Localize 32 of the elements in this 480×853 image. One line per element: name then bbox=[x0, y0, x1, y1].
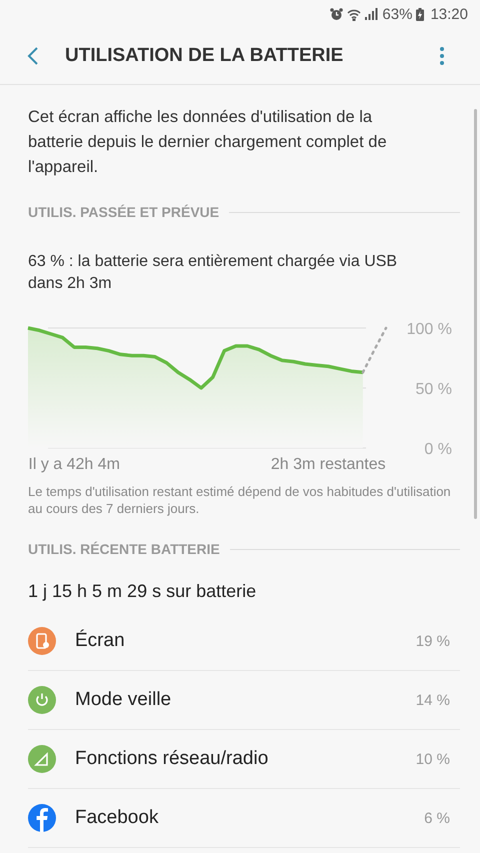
more-options-icon bbox=[440, 47, 444, 65]
alarm-icon bbox=[330, 8, 344, 20]
usage-percent: 10 % bbox=[416, 750, 450, 768]
usage-list-item[interactable]: Mode veille 14 % bbox=[28, 671, 460, 730]
charge-status-text: 63 % : la batterie sera entièrement chargée via USB dans 2h 3m bbox=[28, 252, 398, 294]
y-axis-label: 50 % bbox=[416, 381, 452, 398]
usage-percent: 14 % bbox=[416, 692, 450, 708]
battery-percent: 63% bbox=[382, 6, 412, 22]
usage-item-label: Facebook bbox=[75, 807, 160, 829]
section-heading: UTILIS. PASSÉE ET PRÉVUE bbox=[28, 204, 220, 220]
signal-icon bbox=[365, 8, 378, 20]
forecast-line bbox=[362, 326, 388, 374]
x-axis-label: Il y a 42h 4m bbox=[28, 456, 120, 473]
usage-item-label: Fonctions réseau/radio bbox=[75, 748, 270, 770]
intro-text: Cet écran affiche les données d'utilisation de la batterie depuis le dernier chargement complet de l'appareil. bbox=[28, 107, 388, 178]
estimate-note: Le temps d'utilisation restant estimé dépend de vos habitudes d'utilisation au cours des 7 derniers jours. bbox=[28, 483, 452, 517]
usage-percent: 6 % bbox=[424, 810, 450, 826]
battery-duration: 1 j 15 h 5 m 29 s sur batterie bbox=[28, 581, 258, 602]
usage-list-item[interactable]: Fonctions réseau/radio 10 % bbox=[28, 730, 460, 789]
x-axis-label: 2h 3m restantes bbox=[270, 456, 386, 473]
section-heading: UTILIS. RÉCENTE BATTERIE bbox=[28, 541, 220, 557]
clock-time: 13:20 bbox=[430, 6, 468, 22]
page-title: UTILISATION DE LA BATTERIE bbox=[65, 45, 344, 67]
y-axis-label: 100 % bbox=[406, 321, 452, 338]
usage-list-item[interactable]: Écran 19 % bbox=[28, 612, 460, 671]
usage-item-label: Mode veille bbox=[75, 689, 172, 711]
usage-percent: 19 % bbox=[416, 632, 450, 650]
usage-list-item[interactable]: Facebook 6 % bbox=[28, 789, 460, 848]
y-axis-label: 0 % bbox=[424, 441, 452, 458]
usage-item-label: Écran bbox=[75, 630, 126, 652]
wifi-icon bbox=[347, 8, 362, 20]
battery-charging-icon bbox=[416, 8, 424, 20]
